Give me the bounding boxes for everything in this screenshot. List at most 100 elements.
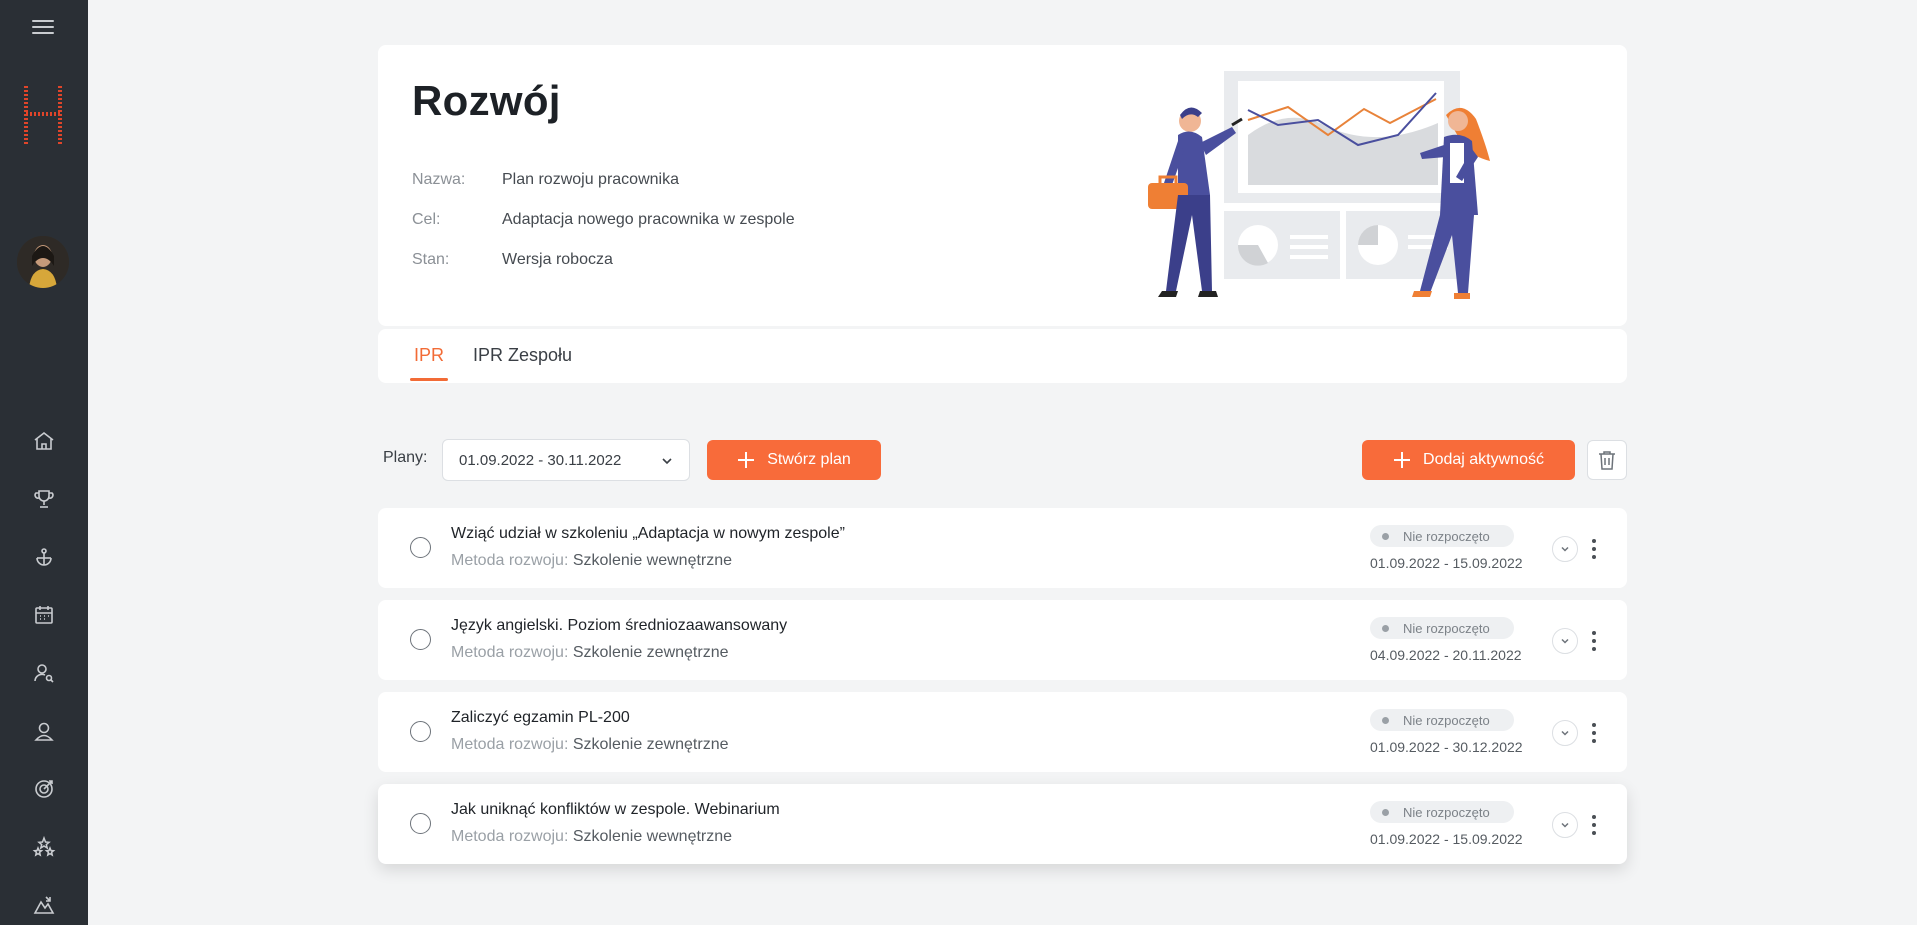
plan-details: Nazwa: Plan rozwoju pracownika Cel: Adap… (412, 160, 795, 280)
activity-dates: 01.09.2022 - 15.09.2022 (1370, 555, 1523, 571)
more-options-icon[interactable] (1589, 629, 1599, 653)
presentation-illustration (1148, 71, 1490, 299)
nav-ratings[interactable] (0, 818, 88, 876)
nav-trophy[interactable] (0, 470, 88, 528)
avatar-image (17, 236, 69, 288)
create-plan-label: Stwórz plan (767, 451, 851, 468)
detail-row-name: Nazwa: Plan rozwoju pracownika (412, 160, 795, 200)
expand-button[interactable] (1552, 628, 1578, 654)
tab-ipr-team[interactable]: IPR Zespołu (473, 345, 572, 366)
sidebar (0, 0, 88, 925)
status-text: Nie rozpoczęto (1403, 620, 1490, 636)
detail-row-status: Stan: Wersja robocza (412, 240, 795, 280)
ship-wheel-icon (36, 548, 52, 566)
nav-calendar[interactable] (0, 586, 88, 644)
detail-value: Adaptacja nowego pracownika w zespole (502, 211, 795, 228)
activity-row[interactable]: Wziąć udział w szkoleniu „Adaptacja w no… (378, 508, 1627, 588)
nav-development[interactable] (0, 528, 88, 586)
detail-label: Stan: (412, 251, 450, 268)
activity-method: Metoda rozwoju: Szkolenie zewnętrzne (451, 736, 728, 754)
page-title: Rozwój (412, 77, 561, 124)
avatar[interactable] (17, 236, 69, 288)
header-card: Rozwój Nazwa: Plan rozwoju pracownika Ce… (378, 45, 1627, 326)
plans-select[interactable]: 01.09.2022 - 30.11.2022 (442, 439, 690, 481)
method-value: Szkolenie wewnętrzne (572, 828, 733, 845)
activity-row[interactable]: Jak uniknąć konfliktów w zespole. Webina… (378, 784, 1627, 864)
tabs-bar: IPR IPR Zespołu (378, 329, 1627, 383)
nav-home[interactable] (0, 412, 88, 470)
calendar-icon (35, 606, 53, 624)
status-dot (1382, 716, 1389, 724)
hamburger-icon[interactable] (30, 16, 56, 38)
add-activity-button[interactable]: Dodaj aktywność (1362, 440, 1575, 480)
status-badge: Nie rozpoczęto (1370, 617, 1514, 639)
activity-checkbox[interactable] (410, 629, 431, 650)
status-text: Nie rozpoczęto (1403, 712, 1490, 728)
more-options-icon[interactable] (1589, 813, 1599, 837)
more-options-icon[interactable] (1589, 721, 1599, 745)
activity-dates: 04.09.2022 - 20.11.2022 (1370, 647, 1522, 663)
logo[interactable] (22, 84, 64, 146)
detail-label: Cel: (412, 211, 441, 228)
method-label: Metoda rozwoju: (451, 736, 569, 753)
activity-title: Wziąć udział w szkoleniu „Adaptacja w no… (451, 525, 845, 542)
method-label: Metoda rozwoju: (451, 828, 569, 845)
status-badge: Nie rozpoczęto (1370, 709, 1514, 731)
chart-mountain-icon (33, 896, 55, 914)
activity-row[interactable]: Język angielski. Poziom średniozaawansow… (378, 600, 1627, 680)
activity-title: Jak uniknąć konfliktów w zespole. Webina… (451, 801, 780, 818)
method-value: Szkolenie zewnętrzne (572, 736, 729, 753)
activity-row[interactable]: Zaliczyć egzamin PL-200 Metoda rozwoju: … (378, 692, 1627, 772)
sidebar-nav (0, 412, 88, 925)
target-icon (35, 780, 53, 798)
nav-reports[interactable] (0, 876, 88, 925)
status-badge: Nie rozpoczęto (1370, 801, 1514, 823)
activity-title: Zaliczyć egzamin PL-200 (451, 709, 630, 726)
tab-ipr[interactable]: IPR (409, 345, 449, 381)
add-activity-label: Dodaj aktywność (1423, 451, 1544, 468)
method-value: Szkolenie zewnętrzne (572, 644, 729, 661)
plans-label: Plany: (383, 449, 428, 466)
chevron-down-icon (1561, 730, 1569, 736)
status-dot (1382, 532, 1389, 540)
method-label: Metoda rozwoju: (451, 644, 569, 661)
nav-goals[interactable] (0, 760, 88, 818)
more-options-icon[interactable] (1589, 537, 1599, 561)
activity-method: Metoda rozwoju: Szkolenie wewnętrzne (451, 828, 732, 846)
plus-icon (738, 452, 755, 468)
trash-icon (1599, 451, 1615, 470)
status-dot (1382, 624, 1389, 632)
home-icon (34, 431, 54, 450)
activity-dates: 01.09.2022 - 30.12.2022 (1370, 739, 1523, 755)
delete-button[interactable] (1587, 440, 1627, 480)
chevron-down-icon (662, 458, 672, 465)
activity-method: Metoda rozwoju: Szkolenie wewnętrzne (451, 552, 732, 570)
activity-dates: 01.09.2022 - 15.09.2022 (1370, 831, 1523, 847)
chevron-down-icon (1561, 638, 1569, 644)
plus-icon (1394, 452, 1411, 468)
chevron-down-icon (1561, 822, 1569, 828)
activity-method: Metoda rozwoju: Szkolenie zewnętrzne (451, 644, 728, 662)
method-value: Szkolenie wewnętrzne (572, 552, 733, 569)
trophy-icon (34, 490, 54, 508)
status-text: Nie rozpoczęto (1403, 528, 1490, 544)
nav-user-search[interactable] (0, 644, 88, 702)
status-text: Nie rozpoczęto (1403, 804, 1490, 820)
status-badge: Nie rozpoczęto (1370, 525, 1514, 547)
expand-button[interactable] (1552, 720, 1578, 746)
chevron-down-icon (1561, 546, 1569, 552)
expand-button[interactable] (1552, 812, 1578, 838)
activity-checkbox[interactable] (410, 537, 431, 558)
detail-row-goal: Cel: Adaptacja nowego pracownika w zespo… (412, 200, 795, 240)
nav-user[interactable] (0, 702, 88, 760)
expand-button[interactable] (1552, 536, 1578, 562)
plans-select-value: 01.09.2022 - 30.11.2022 (459, 452, 622, 469)
create-plan-button[interactable]: Stwórz plan (707, 440, 881, 480)
stars-icon (32, 835, 56, 857)
activity-checkbox[interactable] (410, 721, 431, 742)
detail-value: Wersja robocza (502, 251, 613, 268)
detail-label: Nazwa: (412, 171, 466, 188)
detail-value: Plan rozwoju pracownika (502, 171, 679, 188)
method-label: Metoda rozwoju: (451, 552, 569, 569)
activity-checkbox[interactable] (410, 813, 431, 834)
